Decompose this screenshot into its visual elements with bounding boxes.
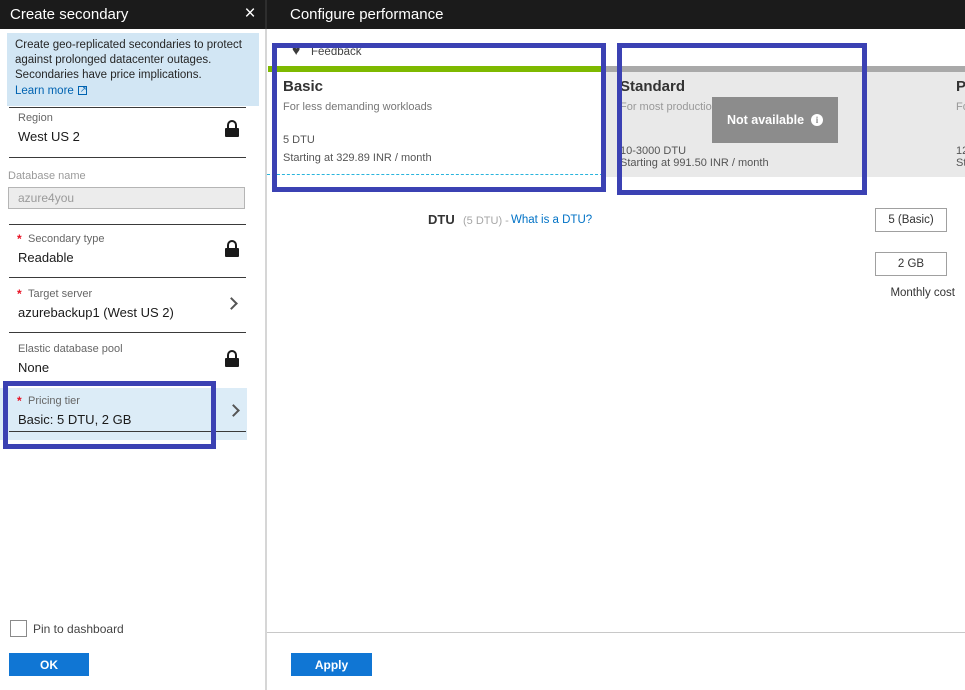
dtu-section-label: DTU	[428, 212, 455, 227]
azure-portal: Create secondary Configure performance C…	[0, 0, 965, 690]
database-name-input	[8, 187, 245, 209]
ok-button[interactable]: OK	[9, 653, 89, 676]
tier-basic-description: For less demanding workloads	[283, 101, 432, 113]
divider	[9, 224, 246, 225]
lock-icon	[225, 350, 239, 367]
right-blade-header: Configure performance	[267, 0, 965, 29]
info-banner: Create geo-replicated secondaries to pro…	[7, 33, 259, 106]
tier-basic-price: Starting at 329.89 INR / month	[283, 152, 432, 164]
tier-basic-dtu: 5 DTU	[283, 134, 315, 146]
divider	[9, 107, 246, 108]
tier-standard-price: Starting at 991.50 INR / month	[620, 157, 769, 169]
divider	[9, 157, 246, 158]
learn-more-label: Learn more	[15, 85, 74, 97]
left-blade-header: Create secondary	[0, 0, 265, 29]
not-available-tooltip: Not available	[712, 97, 838, 143]
divider	[9, 431, 246, 432]
tier-premium-price: Starting at	[956, 157, 965, 169]
close-icon[interactable]	[238, 2, 262, 26]
pricing-tier-value: Basic: 5 DTU, 2 GB	[18, 412, 131, 427]
divider	[267, 632, 965, 633]
info-icon	[811, 114, 823, 126]
tier-card-basic[interactable]: Basic For less demanding workloads 5 DTU…	[268, 72, 603, 177]
pin-to-dashboard-label: Pin to dashboard	[33, 622, 124, 636]
left-blade-title: Create secondary	[10, 6, 128, 23]
tier-premium-name: Premium	[956, 78, 965, 95]
required-asterisk	[17, 232, 22, 246]
tier-premium-dtu: 125-4000 DTU	[956, 145, 965, 157]
elastic-pool-label: Elastic database pool	[18, 343, 123, 355]
feedback-button[interactable]: Feedback	[311, 46, 362, 58]
external-link-icon	[78, 86, 87, 95]
what-is-dtu-link[interactable]: What is a DTU?	[511, 214, 592, 226]
right-blade-title: Configure performance	[290, 6, 443, 23]
tier-basic-name: Basic	[283, 78, 323, 95]
secondary-type-value: Readable	[18, 250, 74, 265]
feedback-heart-icon	[292, 42, 300, 58]
blade-separator	[265, 29, 267, 690]
required-asterisk	[17, 287, 22, 301]
pricing-tier-label: Pricing tier	[28, 395, 80, 407]
dtu-current-value: (5 DTU) -	[463, 215, 509, 227]
not-available-label: Not available	[727, 113, 804, 127]
tier-premium-description: For IO-intensive workloads	[956, 101, 965, 113]
target-server-label: Target server	[28, 288, 92, 300]
pin-to-dashboard-checkbox[interactable]	[10, 620, 27, 637]
divider	[9, 332, 246, 333]
tier-standard-name: Standard	[620, 78, 685, 95]
blade-separator-top	[265, 0, 267, 29]
region-value: West US 2	[18, 129, 80, 144]
chevron-right-icon[interactable]	[225, 297, 238, 310]
required-asterisk	[17, 394, 22, 408]
monthly-cost-label: Monthly cost	[860, 287, 955, 299]
region-label: Region	[18, 112, 53, 124]
tier-card-premium: Premium For IO-intensive workloads 125-4…	[940, 72, 965, 177]
target-server-value: azurebackup1 (West US 2)	[18, 305, 174, 320]
dtu-value-box[interactable]: 5 (Basic)	[875, 208, 947, 232]
tier-standard-dtu: 10-3000 DTU	[620, 145, 686, 157]
info-banner-text: Create geo-replicated secondaries to pro…	[15, 39, 242, 81]
storage-value-box[interactable]: 2 GB	[875, 252, 947, 276]
lock-icon	[225, 120, 239, 137]
secondary-type-label: Secondary type	[28, 233, 104, 245]
apply-button[interactable]: Apply	[291, 653, 372, 676]
learn-more-link[interactable]: Learn more	[15, 84, 87, 99]
elastic-pool-value: None	[18, 360, 49, 375]
divider	[9, 277, 246, 278]
lock-icon	[225, 240, 239, 257]
database-name-label: Database name	[8, 170, 86, 182]
basic-card-focus-line	[267, 174, 603, 175]
